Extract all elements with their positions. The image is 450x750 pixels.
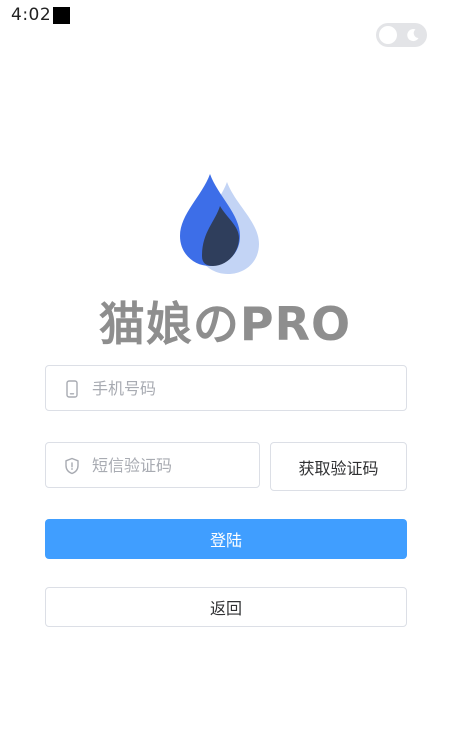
moon-icon <box>407 29 419 42</box>
status-time: 4:02 <box>11 5 52 25</box>
sms-code-input[interactable] <box>92 443 251 487</box>
sms-code-field[interactable] <box>45 442 260 488</box>
login-button[interactable]: 登陆 <box>45 519 407 559</box>
theme-toggle[interactable] <box>376 23 427 47</box>
get-code-button[interactable]: 获取验证码 <box>270 442 407 491</box>
back-button[interactable]: 返回 <box>45 587 407 627</box>
shield-icon <box>65 457 79 475</box>
toggle-knob <box>379 26 397 44</box>
phone-field[interactable] <box>45 365 407 411</box>
brand-title: 猫娘のPRO <box>98 297 352 351</box>
notification-square-icon <box>53 7 70 24</box>
water-drop-logo <box>180 174 259 274</box>
login-screen: 4:02 猫娘のPRO 获取验证码 登陆 返回 <box>0 0 450 750</box>
phone-input[interactable] <box>92 366 398 410</box>
mobile-phone-icon <box>66 380 78 398</box>
